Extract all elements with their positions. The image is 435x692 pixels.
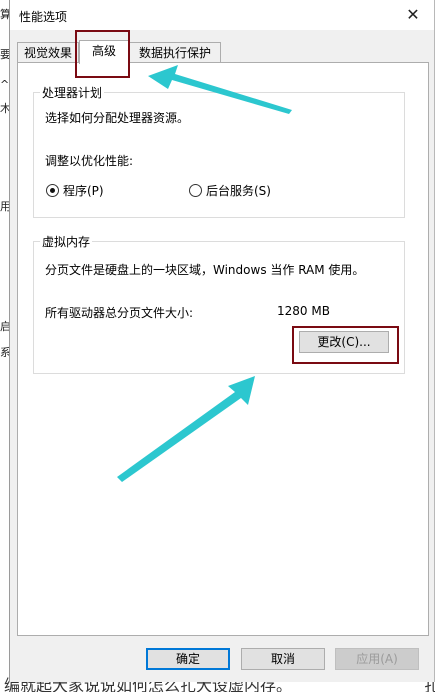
background-text: ^ bbox=[0, 78, 9, 91]
background-text: 木 bbox=[0, 102, 9, 115]
processor-scheduling-title: 处理器计划 bbox=[40, 84, 105, 101]
background-text: 用 bbox=[0, 200, 9, 213]
background-text: 系 bbox=[0, 346, 9, 359]
virtual-memory-description: 分页文件是硬盘上的一块区域，Windows 当作 RAM 使用。 bbox=[45, 263, 365, 277]
virtual-memory-group: 虚拟内存 分页文件是硬盘上的一块区域，Windows 当作 RAM 使用。 所有… bbox=[33, 233, 405, 374]
tab-advanced[interactable]: 高级 bbox=[79, 40, 129, 64]
radio-programs-indicator[interactable] bbox=[46, 184, 59, 197]
background-text: 启 bbox=[0, 320, 9, 333]
ok-button[interactable]: 确定 bbox=[146, 648, 230, 670]
paging-file-size-value: 1280 MB bbox=[277, 304, 330, 318]
dialog-title: 性能选项 bbox=[19, 10, 68, 24]
processor-description: 选择如何分配处理器资源。 bbox=[45, 111, 190, 125]
tab-data-execution-prevention[interactable]: 数据执行保护 bbox=[129, 42, 221, 63]
change-virtual-memory-button[interactable]: 更改(C)... bbox=[299, 331, 389, 353]
radio-background-services-label[interactable]: 后台服务(S) bbox=[206, 182, 271, 199]
paging-file-size-label: 所有驱动器总分页文件大小: bbox=[45, 306, 194, 320]
radio-background-services-indicator[interactable] bbox=[189, 184, 202, 197]
performance-options-dialog: 性能选项 ✕ 视觉效果 高级 数据执行保护 处理器计划 选择如何分配处理器资源。… bbox=[9, 0, 435, 682]
tab-visual-effects[interactable]: 视觉效果 bbox=[17, 42, 79, 63]
close-button[interactable]: ✕ bbox=[396, 2, 430, 28]
apply-button: 应用(A) bbox=[335, 648, 419, 670]
background-text: 要 bbox=[0, 48, 9, 61]
cancel-button[interactable]: 取消 bbox=[241, 648, 325, 670]
virtual-memory-title: 虚拟内存 bbox=[40, 233, 93, 250]
radio-programs-label[interactable]: 程序(P) bbox=[63, 182, 104, 199]
adjust-for-label: 调整以优化性能: bbox=[45, 154, 134, 168]
processor-scheduling-group: 处理器计划 选择如何分配处理器资源。 调整以优化性能: 程序(P) 后台服务(S… bbox=[33, 84, 405, 218]
title-bar[interactable]: 性能选项 ✕ bbox=[10, 0, 434, 30]
close-icon: ✕ bbox=[406, 5, 420, 24]
background-text: 算 bbox=[0, 8, 9, 21]
advanced-tab-panel: 处理器计划 选择如何分配处理器资源。 调整以优化性能: 程序(P) 后台服务(S… bbox=[17, 62, 429, 636]
